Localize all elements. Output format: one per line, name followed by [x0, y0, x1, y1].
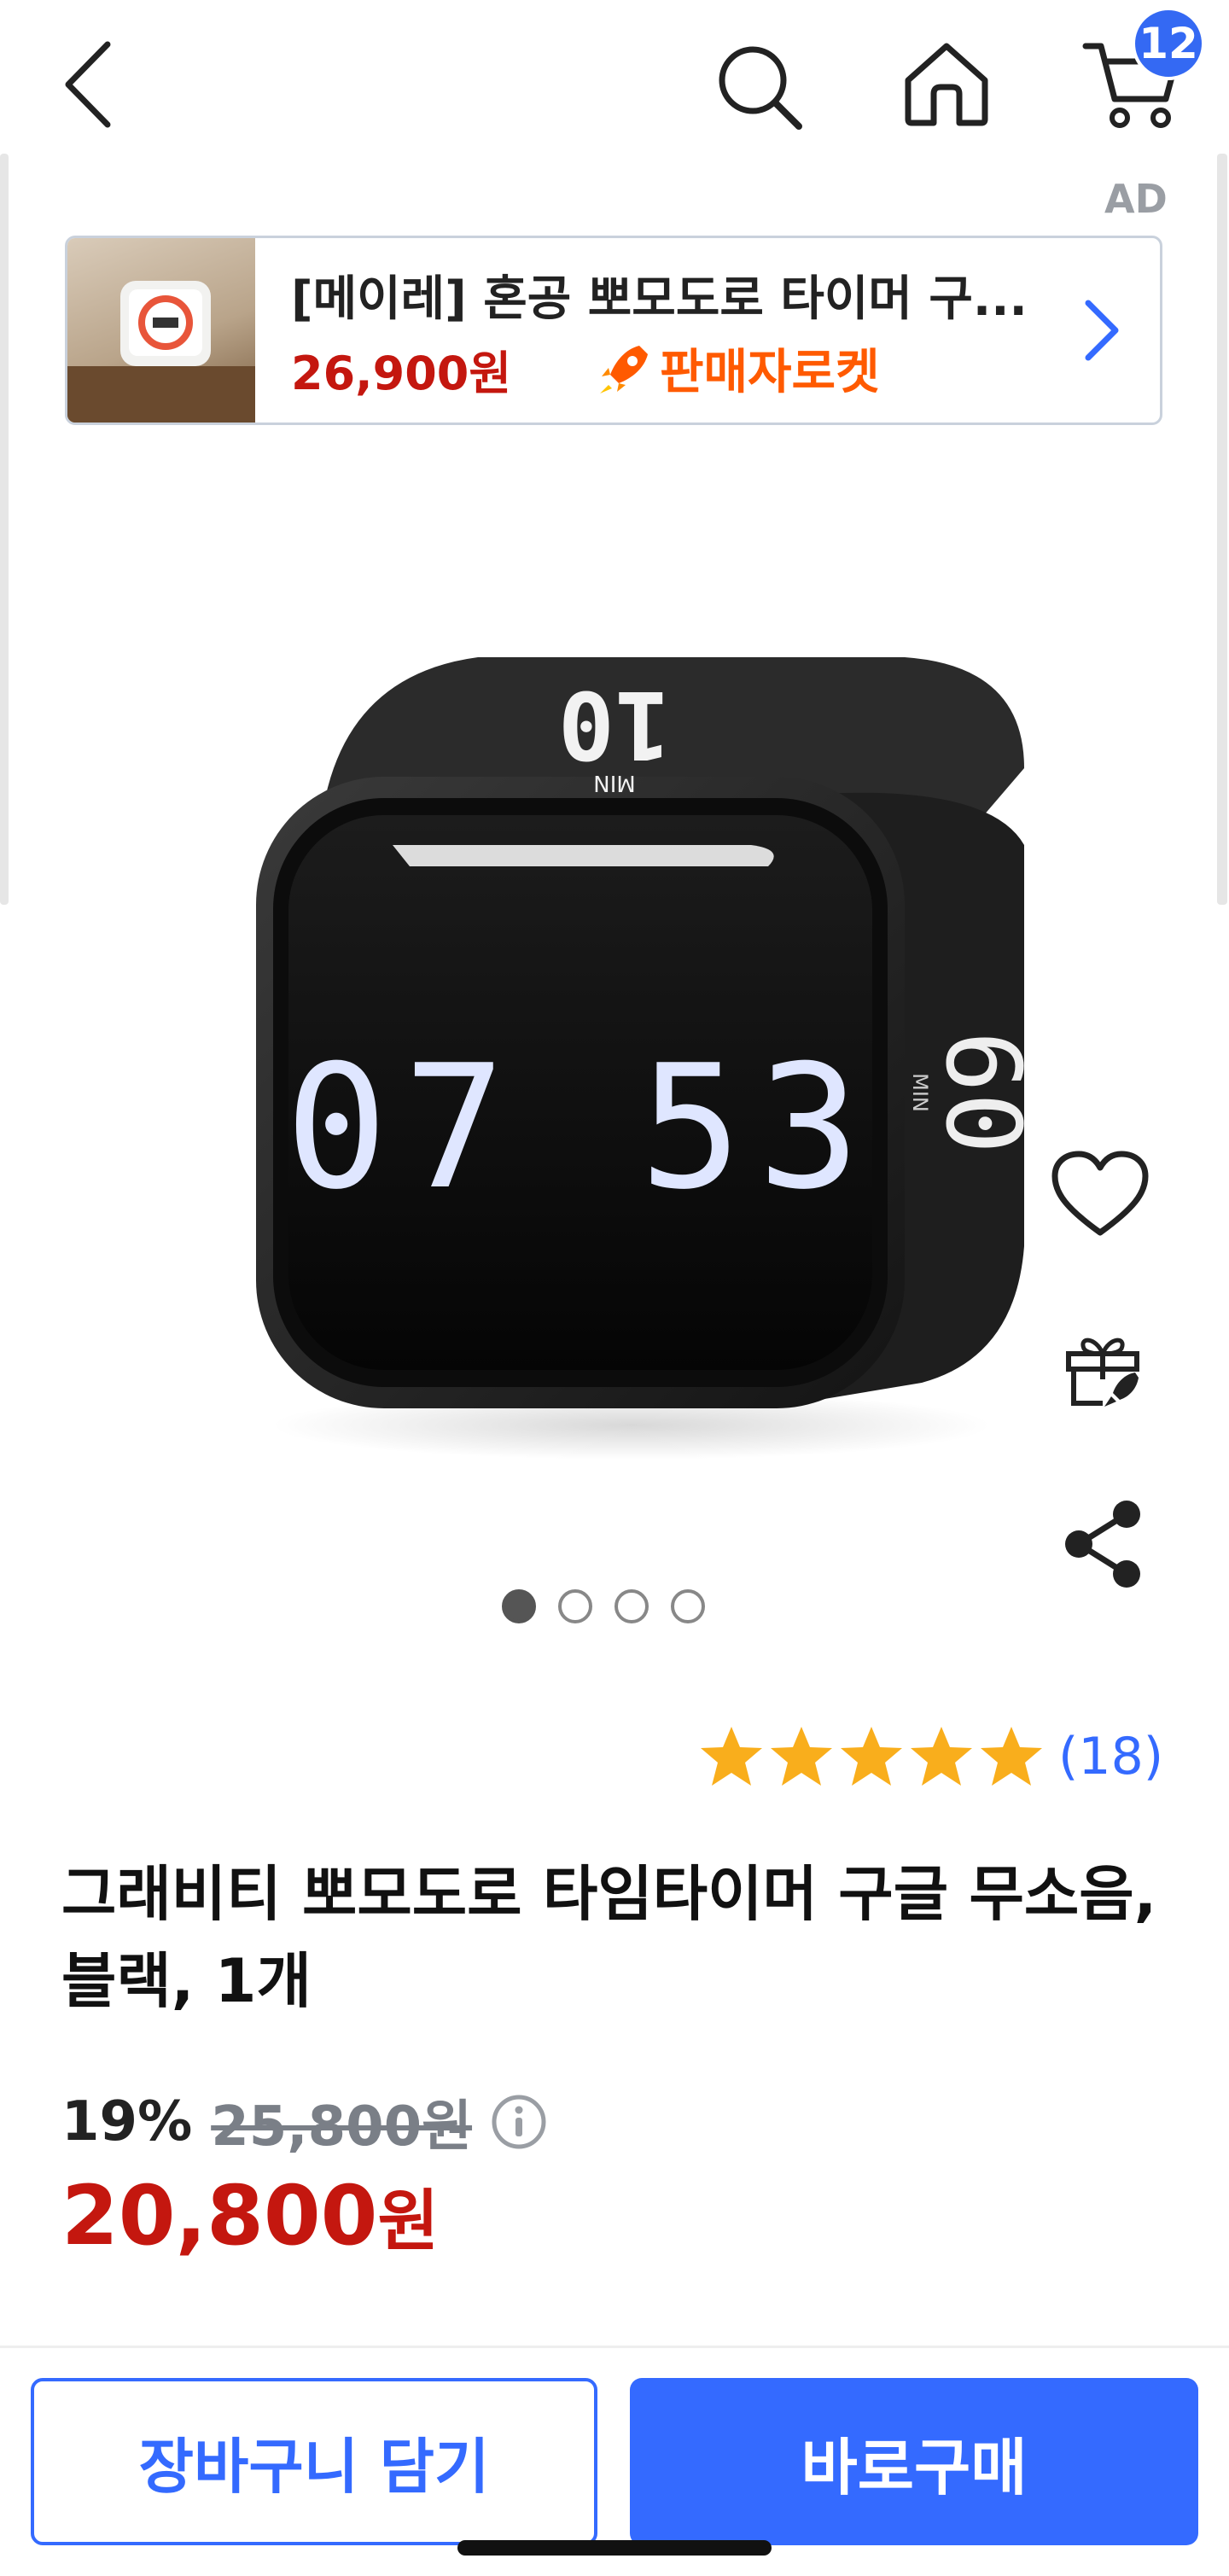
rocket-badge-label: 판매자로켓	[660, 345, 880, 400]
home-icon	[905, 43, 988, 126]
front-display: 07 53	[285, 1029, 876, 1227]
home-button[interactable]	[901, 39, 992, 128]
ad-label: AD	[1104, 176, 1168, 222]
chevron-right-icon	[1085, 300, 1119, 361]
rocket-badge: 판매자로켓	[597, 334, 880, 403]
star-icon	[911, 1727, 972, 1786]
carousel-dot[interactable]	[558, 1589, 592, 1623]
gift-icon	[1066, 1338, 1139, 1407]
buy-now-button[interactable]: 바로구매	[630, 2378, 1198, 2545]
original-price: 25,800원	[211, 2095, 473, 2159]
search-button[interactable]	[714, 41, 806, 133]
back-icon	[65, 41, 111, 128]
review-count[interactable]: (18)	[1058, 1727, 1163, 1786]
ad-thumbnail	[67, 238, 255, 423]
side-display-number: 60	[923, 1031, 1041, 1155]
price-row: 19% 25,800원	[61, 2083, 547, 2161]
back-button[interactable]	[51, 38, 128, 131]
share-button[interactable]	[1058, 1497, 1147, 1591]
ad-chevron[interactable]	[1076, 296, 1127, 364]
star-icon	[841, 1727, 902, 1786]
sale-price-number: 20,800	[61, 2168, 378, 2264]
scrollbar-left[interactable]	[0, 154, 9, 905]
product-rating[interactable]: (18)	[698, 1724, 1163, 1789]
top-display: 10 MIN	[558, 670, 671, 796]
info-icon[interactable]	[491, 2094, 547, 2150]
search-icon	[719, 46, 802, 130]
scrollbar-right[interactable]	[1217, 154, 1227, 905]
rocket-icon	[600, 345, 648, 393]
heart-icon	[1051, 1151, 1149, 1236]
carousel-dot[interactable]	[614, 1589, 649, 1623]
top-display-number: 10	[558, 670, 671, 779]
side-display-unit: MIN	[908, 1073, 932, 1112]
bottom-divider	[0, 2346, 1229, 2348]
wishlist-button[interactable]	[1050, 1149, 1150, 1241]
ad-banner[interactable]: [메이레] 혼공 뽀모도로 타이머 구... 26,900원 판매자로켓	[65, 236, 1162, 425]
carousel-dot[interactable]	[502, 1589, 536, 1623]
product-title: 그래비티 뽀모도로 타임타이머 구글 무소음, 블랙, 1개	[61, 1859, 1157, 2016]
discount-rate: 19%	[61, 2090, 193, 2153]
top-display-unit: MIN	[593, 770, 636, 796]
share-icon	[1065, 1501, 1140, 1588]
add-to-cart-button[interactable]: 장바구니 담기	[31, 2378, 597, 2545]
star-icon	[701, 1727, 762, 1786]
ad-title: [메이레] 혼공 뽀모도로 타이머 구...	[291, 271, 1028, 327]
sale-price-unit: 원	[377, 2183, 440, 2260]
star-icon	[771, 1727, 832, 1786]
carousel-indicator	[502, 1589, 705, 1623]
gift-button[interactable]	[1062, 1328, 1144, 1410]
product-image[interactable]: 10 MIN 07 53 60 MIN	[222, 632, 1041, 1477]
cart-count-badge: 12	[1132, 7, 1205, 80]
carousel-dot[interactable]	[671, 1589, 705, 1623]
sale-price: 20,800원	[61, 2168, 439, 2264]
ad-price: 26,900원	[291, 347, 512, 400]
home-indicator[interactable]	[457, 2540, 772, 2556]
star-icon	[981, 1727, 1042, 1786]
